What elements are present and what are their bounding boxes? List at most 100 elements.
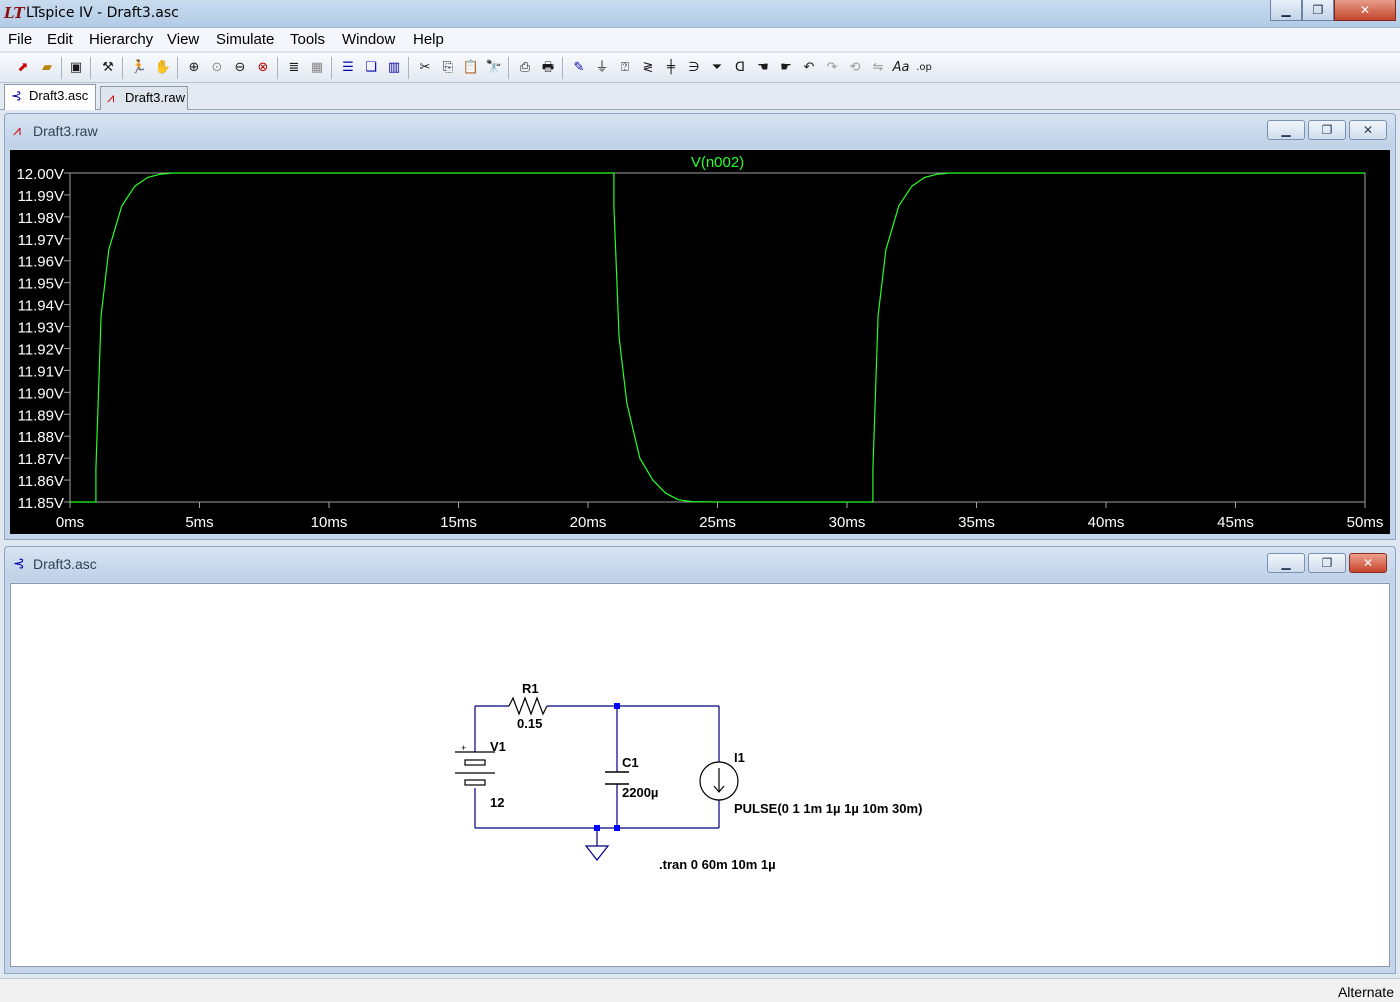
- r1-name-label[interactable]: R1: [522, 681, 539, 696]
- y-tick-label: 11.85V: [18, 495, 64, 512]
- y-tick-label: 11.94V: [18, 298, 64, 315]
- zoom-in-icon[interactable]: ⊕: [185, 59, 203, 77]
- x-tick-label: 20ms: [570, 514, 607, 531]
- schematic-close-button[interactable]: ✕: [1349, 553, 1387, 573]
- menu-file[interactable]: File: [8, 31, 32, 48]
- rotate-icon[interactable]: ⟲: [846, 59, 864, 77]
- mirror-icon[interactable]: ⇋: [869, 59, 887, 77]
- halt-icon[interactable]: ✋: [154, 59, 172, 77]
- paste-icon[interactable]: 📋: [462, 59, 480, 77]
- window-title: LTspice IV - Draft3.asc: [26, 5, 179, 21]
- zoom-fit-icon[interactable]: ⊗: [254, 59, 272, 77]
- y-tick-label: 11.91V: [18, 363, 64, 380]
- restore-button[interactable]: ❐: [1302, 0, 1334, 21]
- drag-icon[interactable]: ☛: [777, 59, 795, 77]
- tab-label: Draft3.raw: [125, 90, 185, 105]
- current-source-i1[interactable]: [699, 761, 739, 801]
- y-tick-label: 11.87V: [18, 451, 64, 468]
- v1-value-label[interactable]: 12: [490, 795, 504, 810]
- new-schematic-icon[interactable]: ⬈: [14, 59, 32, 77]
- cut-icon[interactable]: ✂: [416, 59, 434, 77]
- i1-value-label[interactable]: PULSE(0 1 1m 1µ 1µ 10m 30m): [734, 801, 922, 816]
- menu-edit[interactable]: Edit: [47, 31, 73, 48]
- x-tick-label: 30ms: [829, 514, 866, 531]
- y-tick-label: 11.89V: [18, 407, 64, 424]
- waveform-close-button[interactable]: ✕: [1349, 120, 1387, 140]
- x-tick-label: 25ms: [699, 514, 736, 531]
- save-icon[interactable]: ▣: [67, 59, 85, 77]
- c1-name-label[interactable]: C1: [622, 755, 639, 770]
- ground-icon[interactable]: ⏚: [593, 59, 611, 77]
- schematic-icon: ⊰: [11, 88, 22, 103]
- ground-symbol[interactable]: [584, 845, 610, 861]
- redo-icon[interactable]: ↷: [823, 59, 841, 77]
- waveform-plot-area[interactable]: 12.00V 11.99V 11.98V 11.97V 11.96V 11.95V 11.9…: [10, 150, 1390, 534]
- copy-icon[interactable]: ⎘: [439, 59, 457, 77]
- waveform-window-title: Draft3.raw: [33, 123, 98, 139]
- c1-value-label[interactable]: 2200µ: [622, 785, 658, 800]
- tab-label: Draft3.asc: [29, 88, 89, 103]
- waveform-restore-button[interactable]: ❐: [1308, 120, 1346, 140]
- waveform-minimize-button[interactable]: ▁: [1267, 120, 1305, 140]
- label-net-icon[interactable]: ⍰: [616, 59, 634, 77]
- plot-frame: [69, 172, 1366, 503]
- capacitor-c1[interactable]: [605, 771, 629, 785]
- zoom-out-icon[interactable]: ⊖: [231, 59, 249, 77]
- autorange-icon[interactable]: ≣: [285, 59, 303, 77]
- i1-name-label[interactable]: I1: [734, 750, 745, 765]
- spice-directive[interactable]: .tran 0 60m 10m 1µ: [659, 857, 776, 872]
- resistor-icon[interactable]: ≷: [639, 59, 657, 77]
- schematic-restore-button[interactable]: ❐: [1308, 553, 1346, 573]
- menu-window[interactable]: Window: [342, 31, 395, 48]
- menu-view[interactable]: View: [167, 31, 199, 48]
- tile-horizontal-icon[interactable]: ☰: [339, 59, 357, 77]
- r1-value-label[interactable]: 0.15: [517, 716, 542, 731]
- spice-directive-icon[interactable]: .op: [915, 59, 933, 77]
- resistor-r1[interactable]: [508, 696, 548, 716]
- print-icon[interactable]: 🖶: [539, 59, 557, 77]
- waveform-icon: ⩘: [13, 123, 21, 139]
- open-icon[interactable]: ▰: [38, 59, 56, 77]
- y-tick-label: 11.97V: [18, 232, 64, 249]
- zoom-pan-icon[interactable]: ⊙: [208, 59, 226, 77]
- grid-icon[interactable]: ▦: [308, 59, 326, 77]
- v1-name-label[interactable]: V1: [490, 739, 506, 754]
- voltage-source-v1[interactable]: [455, 751, 495, 786]
- y-tick-label: 11.90V: [18, 385, 64, 402]
- schematic-minimize-button[interactable]: ▁: [1267, 553, 1305, 573]
- y-tick-label: 11.86V: [18, 473, 64, 490]
- tab-draft3-asc[interactable]: ⊰ Draft3.asc: [4, 84, 96, 110]
- cascade-icon[interactable]: ❏: [362, 59, 380, 77]
- y-tick-label: 11.93V: [18, 320, 64, 337]
- move-icon[interactable]: ☚: [754, 59, 772, 77]
- component-icon[interactable]: ᗡ: [731, 59, 749, 77]
- tab-draft3-raw[interactable]: ⩘ Draft3.raw: [100, 86, 188, 110]
- capacitor-icon[interactable]: ╪: [662, 59, 680, 77]
- schematic-icon: ⊰: [13, 556, 25, 572]
- menu-help[interactable]: Help: [413, 31, 444, 48]
- diode-icon[interactable]: ⏷: [708, 59, 726, 77]
- x-tick-label: 10ms: [311, 514, 348, 531]
- text-icon[interactable]: Aa: [892, 59, 910, 77]
- close-button[interactable]: ✕: [1334, 0, 1396, 21]
- y-tick-label: 11.96V: [18, 254, 64, 271]
- minimize-button[interactable]: ▁: [1270, 0, 1302, 21]
- menu-simulate[interactable]: Simulate: [216, 31, 274, 48]
- y-tick-label: 11.88V: [18, 429, 64, 446]
- menu-tools[interactable]: Tools: [290, 31, 325, 48]
- print-preview-icon[interactable]: ⎙: [516, 59, 534, 77]
- control-panel-icon[interactable]: ⚒: [99, 59, 117, 77]
- find-icon[interactable]: 🔭: [485, 59, 503, 77]
- waveform-chart[interactable]: 12.00V 11.99V 11.98V 11.97V 11.96V 11.95V 11.9…: [10, 150, 1390, 534]
- inductor-icon[interactable]: ∋: [685, 59, 703, 77]
- y-tick-label: 12.00V: [16, 166, 64, 183]
- schematic-canvas[interactable]: R1 0.15 + V1 12 C1 2200µ I1 PULSE(0 1 1m…: [10, 583, 1390, 967]
- draw-wire-icon[interactable]: ✎: [570, 59, 588, 77]
- tile-vertical-icon[interactable]: ▥: [385, 59, 403, 77]
- document-tabs: ⊰ Draft3.asc ⩘ Draft3.raw: [0, 84, 1400, 110]
- menu-bar: File Edit Hierarchy View Simulate Tools …: [0, 28, 1400, 52]
- menu-hierarchy[interactable]: Hierarchy: [89, 31, 153, 48]
- undo-icon[interactable]: ↶: [800, 59, 818, 77]
- trace-name-label: V(n002): [691, 154, 744, 171]
- run-icon[interactable]: 🏃: [130, 59, 148, 77]
